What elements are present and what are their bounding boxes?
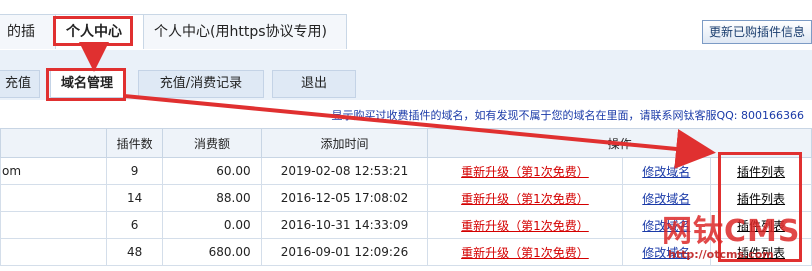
- watermark-url: http://otcms.com: [668, 248, 774, 261]
- arrow-to-plugin-list: [123, 94, 716, 169]
- watermark-brand: 网钛CMS: [662, 214, 801, 249]
